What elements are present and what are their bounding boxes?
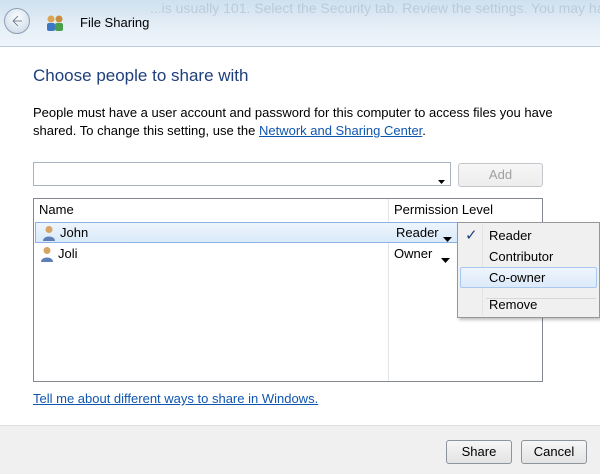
dropdown-arrow-icon[interactable] — [441, 251, 450, 266]
menu-item-co-owner[interactable]: Co-owner — [460, 267, 597, 288]
help-link[interactable]: Tell me about different ways to share in… — [33, 391, 318, 406]
row-name: Joli — [58, 246, 78, 261]
dropdown-arrow-icon[interactable] — [438, 172, 445, 187]
menu-item-remove[interactable]: Remove — [460, 294, 597, 315]
file-sharing-icon — [44, 13, 66, 36]
column-header-name[interactable]: Name — [39, 199, 74, 220]
user-icon — [42, 225, 56, 244]
menu-item-label: Co-owner — [489, 270, 546, 285]
share-button-label: Share — [461, 444, 497, 459]
checkmark-icon: ✓ — [465, 227, 478, 244]
user-icon — [40, 246, 54, 265]
cancel-button[interactable]: Cancel — [521, 440, 587, 464]
table-row[interactable]: John Reader — [35, 222, 458, 243]
cancel-button-label: Cancel — [533, 444, 575, 459]
description-end: . — [422, 123, 426, 138]
page-heading: Choose people to share with — [33, 66, 249, 85]
menu-item-contributor[interactable]: Contributor — [460, 246, 597, 267]
dialog-footer: Share Cancel — [0, 425, 600, 474]
menu-item-label: Reader — [489, 228, 532, 243]
table-row[interactable]: Joli Owner — [34, 244, 462, 265]
row-permission[interactable]: Reader — [396, 225, 439, 240]
add-button-label: Add — [488, 167, 513, 182]
menu-item-label: Remove — [489, 297, 538, 312]
window-title: File Sharing — [80, 15, 150, 30]
back-button[interactable] — [4, 8, 30, 34]
menu-item-reader[interactable]: ✓ Reader — [460, 225, 597, 246]
title-bar: ...is usually 101. Select the Security t… — [0, 0, 600, 47]
network-sharing-center-link[interactable]: Network and Sharing Center — [259, 123, 422, 138]
user-combo-box[interactable] — [33, 162, 451, 186]
column-header-permission[interactable]: Permission Level — [394, 199, 493, 220]
description-text: People must have a user account and pass… — [33, 104, 578, 140]
dropdown-arrow-icon[interactable] — [443, 230, 452, 245]
row-name: John — [60, 225, 89, 240]
row-permission[interactable]: Owner — [394, 246, 432, 261]
add-button[interactable]: Add — [458, 163, 543, 187]
permission-context-menu: ✓ Reader Contributor Co-owner Remove — [457, 222, 600, 318]
share-button[interactable]: Share — [446, 440, 512, 464]
menu-item-label: Contributor — [489, 249, 554, 264]
